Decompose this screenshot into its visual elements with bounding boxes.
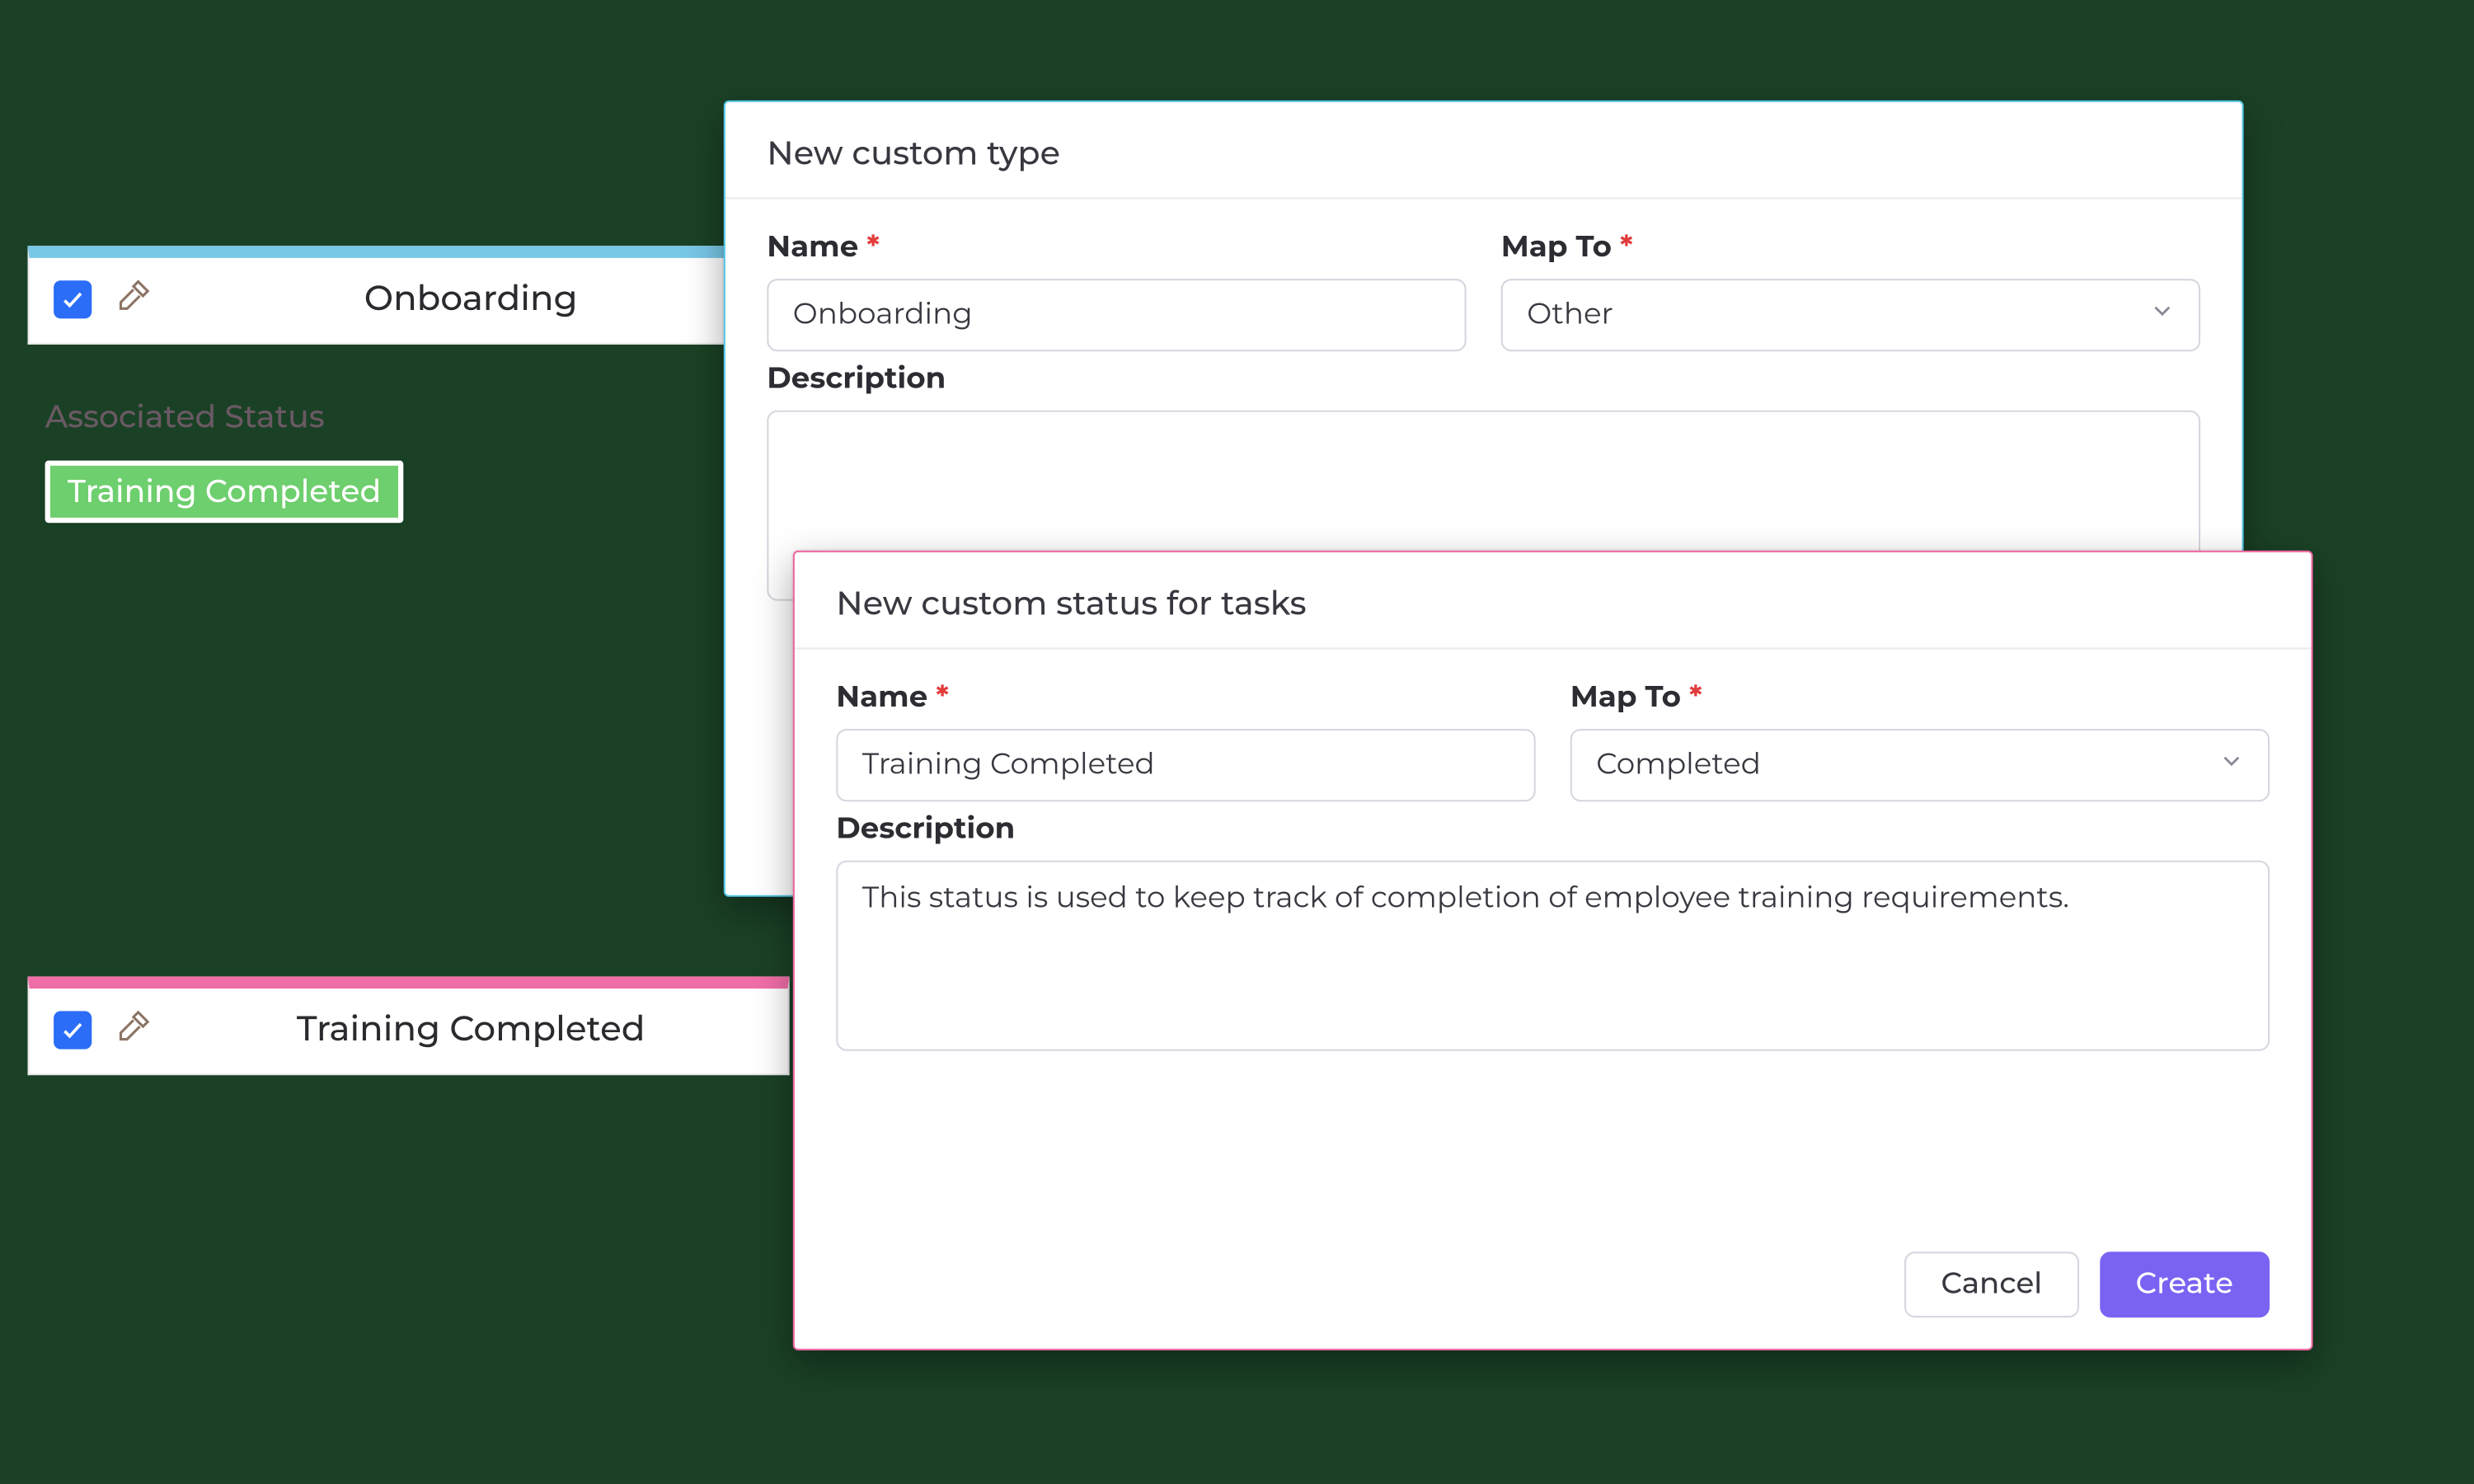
status-chip-training-completed[interactable]: Training Completed bbox=[45, 461, 404, 524]
mapto-label: Map To * bbox=[1570, 680, 2270, 715]
required-mark: * bbox=[936, 680, 949, 715]
description-label: Description bbox=[767, 362, 2200, 397]
modal-new-custom-status: New custom status for tasks Name * Map T… bbox=[793, 551, 2313, 1350]
cancel-button[interactable]: Cancel bbox=[1904, 1252, 2078, 1317]
description-label: Description bbox=[836, 812, 2270, 847]
name-input[interactable] bbox=[836, 729, 1535, 801]
required-mark: * bbox=[866, 230, 880, 265]
checkbox-icon[interactable] bbox=[54, 1010, 92, 1048]
mapto-label: Map To * bbox=[1501, 230, 2200, 265]
description-textarea[interactable] bbox=[836, 861, 2270, 1051]
type-row-title: Onboarding bbox=[178, 278, 763, 319]
type-row-onboarding[interactable]: Onboarding bbox=[28, 246, 790, 345]
required-mark: * bbox=[1689, 680, 1702, 715]
name-label: Name * bbox=[836, 680, 1535, 715]
create-button[interactable]: Create bbox=[2100, 1252, 2270, 1317]
modal-title: New custom status for tasks bbox=[795, 552, 2312, 650]
status-row-title: Training Completed bbox=[178, 1008, 763, 1050]
hammer-icon bbox=[116, 1006, 154, 1053]
mapto-select[interactable] bbox=[1570, 729, 2270, 801]
status-row-training-completed[interactable]: Training Completed bbox=[28, 976, 790, 1075]
hammer-icon bbox=[116, 275, 154, 322]
mapto-select[interactable] bbox=[1501, 279, 2200, 351]
modal-title: New custom type bbox=[725, 102, 2242, 200]
required-mark: * bbox=[1620, 230, 1633, 265]
associated-status-label: Associated Status bbox=[45, 398, 790, 436]
name-input[interactable] bbox=[767, 279, 1466, 351]
name-label: Name * bbox=[767, 230, 1466, 265]
associated-status-block: Associated Status Training Completed bbox=[45, 398, 790, 523]
checkbox-icon[interactable] bbox=[54, 279, 92, 317]
